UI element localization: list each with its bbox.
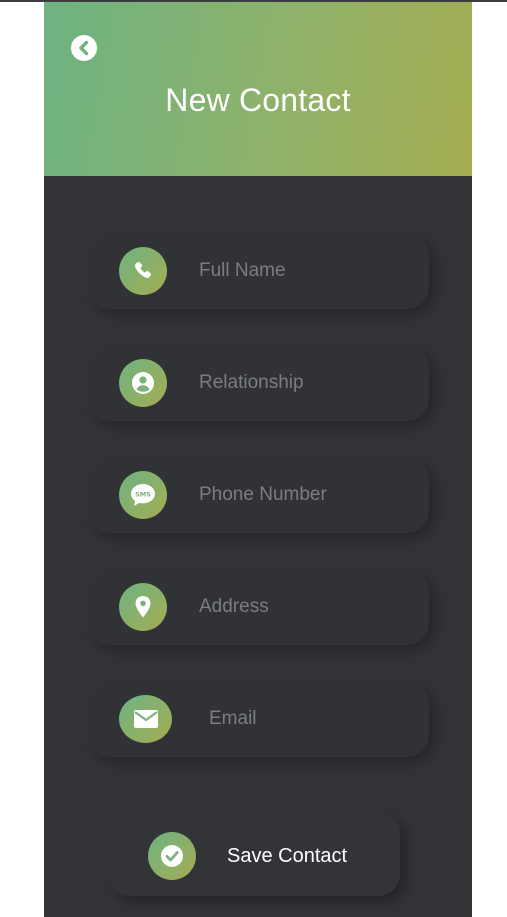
- relationship-field: [87, 345, 429, 421]
- full-name-input[interactable]: [199, 253, 409, 289]
- address-input[interactable]: [199, 589, 409, 625]
- full-name-field: [87, 233, 429, 309]
- location-pin-icon: [119, 583, 167, 631]
- chevron-left-circle-icon: [79, 40, 89, 56]
- page-title: New Contact: [165, 82, 351, 118]
- user-circle-icon: [119, 359, 167, 407]
- save-contact-button[interactable]: Save Contact: [109, 812, 400, 896]
- sms-icon: SMS: [119, 471, 167, 519]
- email-input[interactable]: [209, 701, 419, 737]
- check-circle-icon: [148, 832, 196, 880]
- back-button[interactable]: [71, 35, 97, 61]
- phone-number-field: SMS: [87, 457, 429, 533]
- phone-number-input[interactable]: [199, 477, 409, 513]
- phone-icon: [119, 247, 167, 295]
- save-contact-label: Save Contact: [227, 845, 348, 867]
- envelope-icon: [119, 695, 172, 743]
- address-field: [87, 569, 429, 645]
- svg-text:SMS: SMS: [135, 491, 151, 499]
- header: New Contact: [44, 2, 472, 176]
- relationship-input[interactable]: [199, 365, 409, 401]
- email-field: [87, 681, 429, 757]
- app-screen: New Contact SMS: [44, 2, 472, 917]
